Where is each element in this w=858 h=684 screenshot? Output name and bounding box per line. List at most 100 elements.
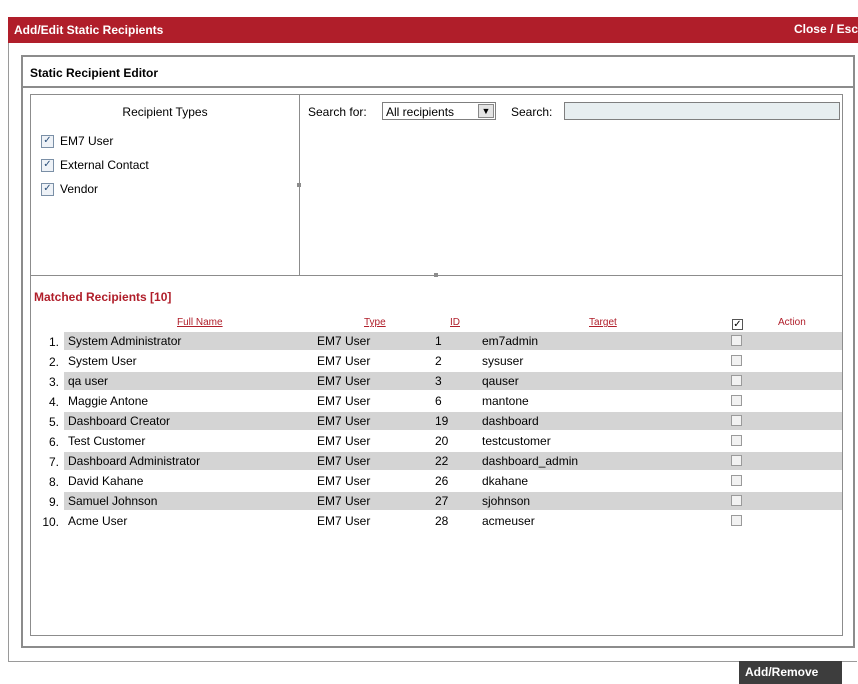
table-row[interactable]: 1. System Administrator EM7 User 1 em7ad… xyxy=(31,332,842,350)
add-remove-button[interactable]: Add/Remove xyxy=(739,661,842,684)
cell-type: EM7 User xyxy=(313,452,431,470)
cell-target: sysuser xyxy=(482,354,524,368)
table-row[interactable]: 7. Dashboard Administrator EM7 User 22 d… xyxy=(31,452,842,470)
cell-target: acmeuser xyxy=(482,514,535,528)
chevron-down-icon[interactable]: ▼ xyxy=(478,104,494,118)
matched-recipients-title: Matched Recipients [10] xyxy=(34,290,172,304)
cell-type: EM7 User xyxy=(317,354,371,368)
cell-action xyxy=(758,372,842,390)
cell-action xyxy=(758,352,842,370)
row-checkbox[interactable] xyxy=(731,335,742,346)
dialog-titlebar: Add/Edit Static Recipients Close / Esc xyxy=(8,17,858,43)
cell-target: dkahane xyxy=(482,474,529,488)
cell-full-name: Acme User xyxy=(68,514,128,528)
table-row[interactable]: 6. Test Customer EM7 User 20 testcustome… xyxy=(31,432,842,450)
recipient-types-pane: Recipient Types ✓ EM7 User ✓ External Co… xyxy=(31,95,300,275)
cell-full-name: Test Customer xyxy=(68,434,146,448)
cell-select xyxy=(728,492,758,510)
recipient-types-title: Recipient Types xyxy=(122,105,208,119)
cell-select xyxy=(728,352,758,370)
type-option-label: EM7 User xyxy=(60,134,114,148)
horizontal-resize-handle[interactable] xyxy=(434,273,438,277)
cell-full-name: qa user xyxy=(64,372,313,390)
table-row[interactable]: 8. David Kahane EM7 User 26 dkahane xyxy=(31,472,842,490)
table-row[interactable]: 2. System User EM7 User 2 sysuser xyxy=(31,352,842,370)
cell-select xyxy=(728,452,758,470)
cell-id: 28 xyxy=(435,514,449,528)
column-header-action: Action xyxy=(778,317,806,328)
cell-select xyxy=(728,372,758,390)
cell-select xyxy=(728,472,758,490)
cell-id: 19 xyxy=(431,412,478,430)
cell-full-name: System User xyxy=(68,354,137,368)
row-checkbox[interactable] xyxy=(731,515,742,526)
row-number: 5. xyxy=(48,415,59,429)
column-header-id[interactable]: ID xyxy=(450,317,460,328)
cell-id: 22 xyxy=(431,452,478,470)
close-button[interactable]: Close / Esc xyxy=(794,22,858,36)
cell-full-name: Dashboard Administrator xyxy=(64,452,313,470)
row-number: 10. xyxy=(42,515,59,529)
cell-action xyxy=(758,452,842,470)
row-number: 1. xyxy=(48,335,59,349)
cell-full-name: David Kahane xyxy=(68,474,144,488)
column-header-full-name[interactable]: Full Name xyxy=(177,317,223,328)
cell-type: EM7 User xyxy=(317,394,371,408)
table-row[interactable]: 10. Acme User EM7 User 28 acmeuser xyxy=(31,512,842,530)
cell-select xyxy=(728,512,758,530)
static-recipient-editor: Static Recipient Editor Recipient Types … xyxy=(21,55,855,684)
row-checkbox[interactable] xyxy=(731,395,742,406)
editor-title: Static Recipient Editor xyxy=(30,66,159,80)
cell-action xyxy=(758,432,842,450)
cell-target: qauser xyxy=(478,372,728,390)
row-number: 8. xyxy=(48,475,59,489)
select-all-checkbox[interactable]: ✓ xyxy=(732,319,743,330)
row-checkbox[interactable] xyxy=(731,475,742,486)
table-row[interactable]: 5. Dashboard Creator EM7 User 19 dashboa… xyxy=(31,412,842,430)
row-number: 3. xyxy=(48,375,59,389)
dialog-title: Add/Edit Static Recipients xyxy=(14,23,164,37)
checkbox-checked-icon[interactable]: ✓ xyxy=(41,158,54,172)
cell-type: EM7 User xyxy=(317,474,371,488)
search-for-value: All recipients xyxy=(386,105,455,119)
cell-type: EM7 User xyxy=(313,492,431,510)
cell-action xyxy=(758,332,842,350)
cell-target: em7admin xyxy=(478,332,728,350)
cell-id: 20 xyxy=(435,434,449,448)
type-option-em7-user[interactable]: ✓ EM7 User xyxy=(41,133,113,149)
table-row[interactable]: 9. Samuel Johnson EM7 User 27 sjohnson xyxy=(31,492,842,510)
cell-type: EM7 User xyxy=(313,332,431,350)
row-checkbox[interactable] xyxy=(731,375,742,386)
search-for-label: Search for: xyxy=(308,105,367,119)
cell-full-name: Maggie Antone xyxy=(68,394,149,408)
row-number: 4. xyxy=(48,395,59,409)
cell-id: 6 xyxy=(435,394,442,408)
search-for-select[interactable]: All recipients ▼ xyxy=(382,102,496,120)
cell-select xyxy=(728,392,758,410)
cell-id: 3 xyxy=(431,372,478,390)
search-label: Search: xyxy=(511,105,553,119)
row-checkbox[interactable] xyxy=(731,495,742,506)
cell-id: 26 xyxy=(435,474,449,488)
cell-id: 1 xyxy=(431,332,478,350)
row-checkbox[interactable] xyxy=(731,355,742,366)
row-checkbox[interactable] xyxy=(731,455,742,466)
cell-type: EM7 User xyxy=(317,514,371,528)
type-option-external-contact[interactable]: ✓ External Contact xyxy=(41,157,149,173)
search-input[interactable] xyxy=(564,102,840,120)
checkbox-checked-icon[interactable]: ✓ xyxy=(41,182,54,196)
cell-action xyxy=(758,512,842,530)
cell-target: testcustomer xyxy=(482,434,551,448)
type-option-vendor[interactable]: ✓ Vendor xyxy=(41,181,98,197)
cell-action xyxy=(758,412,842,430)
row-checkbox[interactable] xyxy=(731,415,742,426)
column-header-target[interactable]: Target xyxy=(589,317,617,328)
cell-select xyxy=(728,412,758,430)
column-header-type[interactable]: Type xyxy=(364,317,386,328)
checkbox-checked-icon[interactable]: ✓ xyxy=(41,134,54,148)
table-row[interactable]: 3. qa user EM7 User 3 qauser xyxy=(31,372,842,390)
cell-action xyxy=(758,392,842,410)
row-number: 2. xyxy=(48,355,59,369)
row-checkbox[interactable] xyxy=(731,435,742,446)
table-row[interactable]: 4. Maggie Antone EM7 User 6 mantone xyxy=(31,392,842,410)
